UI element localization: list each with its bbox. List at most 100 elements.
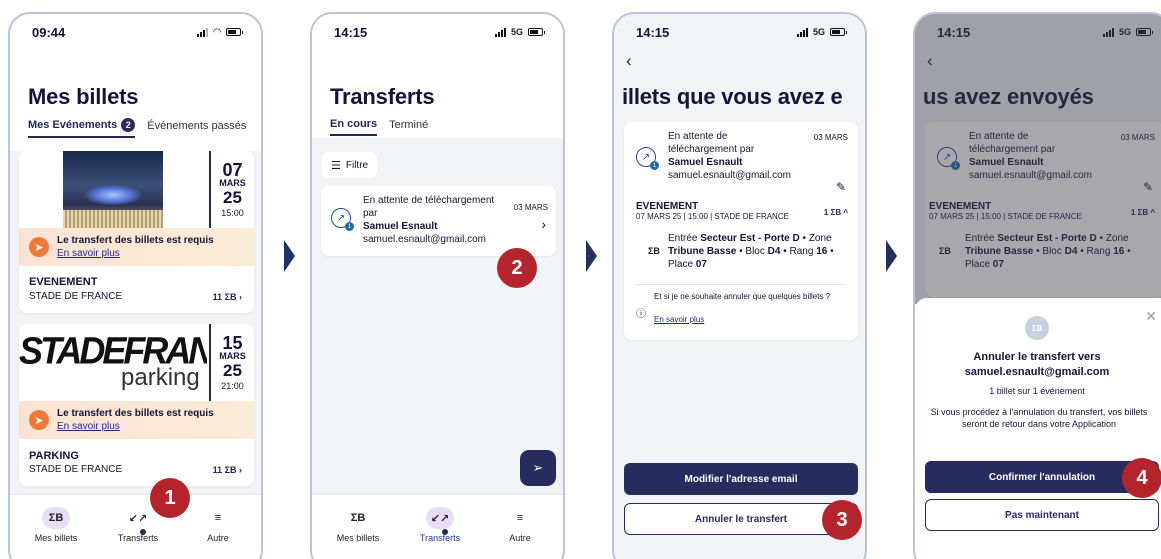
transfer-icon: ↗ 1	[636, 147, 659, 170]
seat-text: D4	[767, 246, 781, 257]
seat-text: • Rang	[780, 246, 817, 257]
warning-text: Le transfert des billets est requis	[57, 407, 214, 419]
nav-transfers[interactable]: ↙↗ Transferts	[400, 507, 480, 543]
event-card[interactable]: 07 MARS 25 15:00 ➤ Le transfert des bill…	[19, 151, 254, 313]
send-transfer-button[interactable]: ➢	[520, 450, 556, 486]
seat-text: Place	[668, 259, 696, 270]
page-title: Transferts	[330, 84, 435, 109]
sheet-title: Annuler le transfert vers samuel.esnault…	[915, 350, 1159, 380]
event-ticket-count[interactable]: 1 ΣΒ ^	[824, 208, 848, 217]
bottom-nav: ΣΒ Mes billets ↙↗ Transferts ≡ Autre	[312, 494, 563, 559]
cancel-transfer-sheet: ✕ ΣΒ Annuler le transfert vers samuel.es…	[915, 298, 1161, 559]
transfer-icon: ↙↗	[426, 507, 454, 529]
step-callout-1: 1	[150, 478, 190, 518]
paper-plane-icon: ➤	[29, 237, 49, 257]
event-name: EVENEMENT	[636, 201, 699, 212]
nav-tickets[interactable]: ΣΒ Mes billets	[16, 507, 96, 543]
seat-text: • Zone	[799, 233, 832, 244]
tab-done[interactable]: Terminé	[389, 118, 428, 136]
tab-label: Événements passés	[147, 120, 247, 132]
back-button[interactable]: ‹	[626, 52, 632, 69]
notification-dot	[442, 529, 448, 535]
pencil-icon: ✎	[835, 180, 846, 194]
recipient-name: Samuel Esnault	[363, 221, 438, 232]
seat-text: 07	[695, 259, 707, 270]
sheet-subtitle: 1 billet sur 1 événement	[989, 386, 1085, 396]
chevron-right-icon: ›	[541, 216, 546, 232]
transfer-status: En attente de téléchargement par	[668, 131, 755, 155]
tab-label: Mes Evénements	[28, 119, 118, 131]
step-callout-2: 2	[497, 248, 537, 288]
event-tabs: Mes Evénements 2 Événements passés	[28, 118, 246, 138]
recipient-name: Samuel Esnault	[668, 157, 743, 168]
battery-icon	[226, 28, 243, 36]
nav-more[interactable]: ≡ Autre	[178, 507, 258, 543]
seat-text: 16	[816, 246, 828, 257]
learn-more-link[interactable]: En savoir plus	[654, 315, 704, 324]
event-day: 07	[222, 160, 243, 181]
transfer-detail-card: ↗ 1 En attente de téléchargement par Samu…	[624, 122, 858, 340]
phone-screen-transfers: 14:15 5G Transferts En cours Terminé ☰ F…	[310, 12, 565, 559]
seat-text: •	[827, 246, 834, 257]
edit-email-button[interactable]: ✎	[836, 180, 846, 194]
event-day: 15	[222, 333, 243, 354]
divider	[636, 284, 846, 285]
transfer-icon: ↙↗	[128, 512, 148, 525]
ticket-icon: ΣΒ	[648, 246, 660, 256]
partial-cancel-question: Et si je ne souhaite annuler que quelque…	[654, 292, 831, 301]
nav-more[interactable]: ≡ Autre	[480, 507, 560, 543]
transfer-required-banner: ➤ Le transfert des billets est requis En…	[19, 228, 254, 266]
ticket-icon: ΣΒ	[42, 507, 70, 529]
page-title: Mes billets	[28, 84, 139, 109]
status-icons: 5G	[494, 27, 545, 37]
status-time: 09:44	[32, 24, 66, 40]
tab-past-events[interactable]: Événements passés	[147, 118, 246, 138]
status-bar: 09:44 ◠	[10, 14, 261, 50]
nav-label: Autre	[509, 533, 531, 543]
tab-my-events[interactable]: Mes Evénements 2	[28, 118, 136, 138]
next-arrow	[284, 240, 295, 272]
tab-in-progress[interactable]: En cours	[330, 118, 378, 136]
filter-button[interactable]: ☰ Filtre	[322, 152, 378, 178]
status-bar: 14:15 5G	[312, 14, 563, 50]
nav-label: Transferts	[419, 533, 461, 543]
phone-screen-sent-transfer: 14:15 5G ‹ illets que vous avez e ↗ 1 En …	[612, 12, 867, 559]
seat-text: Tribune Basse	[668, 246, 737, 257]
warning-text: Le transfert des billets est requis	[57, 234, 214, 246]
transfer-date: 03 MARS	[513, 203, 548, 212]
learn-more-link[interactable]: En savoir plus	[57, 248, 120, 259]
status-icons: ◠	[197, 27, 243, 38]
close-button[interactable]: ✕	[1145, 308, 1157, 325]
learn-more-link[interactable]: En savoir plus	[57, 421, 120, 432]
phone-screen-tickets: 09:44 ◠ Mes billets Mes Evénements 2 Évé…	[8, 12, 263, 559]
network-label: 5G	[510, 27, 523, 37]
recipient-email: samuel.esnault@gmail.com	[363, 234, 486, 245]
step-callout-3: 3	[822, 500, 862, 540]
ticket-icon: ΣΒ	[1025, 316, 1049, 340]
info-icon: ⓘ	[636, 309, 646, 320]
event-date: 15 MARS 25 21:00	[209, 324, 254, 401]
battery-icon	[528, 28, 545, 36]
modal-backdrop[interactable]	[915, 14, 1161, 304]
bottom-nav: ΣΒ Mes billets ↙↗ Transferts ≡ Autre	[10, 494, 261, 559]
modify-email-button[interactable]: Modifier l'adresse email	[624, 463, 858, 495]
next-arrow	[886, 240, 897, 272]
event-details: 07 MARS 25 | 15:00 | STADE DE FRANCE	[636, 212, 789, 221]
seat-text: • Bloc	[736, 246, 768, 257]
signal-icon	[796, 27, 808, 37]
battery-icon	[830, 28, 847, 36]
transfer-date: 03 MARS	[813, 133, 848, 142]
event-name: PARKING	[29, 450, 79, 462]
event-place: STADE DE FRANCE	[29, 291, 123, 302]
transfer-item[interactable]: ↗ 1 En attente de téléchargement par Samu…	[321, 186, 556, 256]
filter-icon: ☰	[331, 159, 341, 172]
event-card[interactable]: STADEFRANC parking 15 MARS 25 21:00 ➤ Le…	[19, 324, 254, 486]
network-label: 5G	[812, 27, 825, 37]
transfer-tabs: En cours Terminé	[330, 118, 428, 136]
nav-label: Transferts	[117, 533, 159, 543]
next-arrow	[586, 240, 597, 272]
filter-label: Filtre	[345, 159, 369, 171]
not-now-button[interactable]: Pas maintenant	[925, 499, 1159, 531]
logo-subtitle: parking	[121, 364, 200, 391]
nav-tickets[interactable]: ΣΒ Mes billets	[318, 507, 398, 543]
